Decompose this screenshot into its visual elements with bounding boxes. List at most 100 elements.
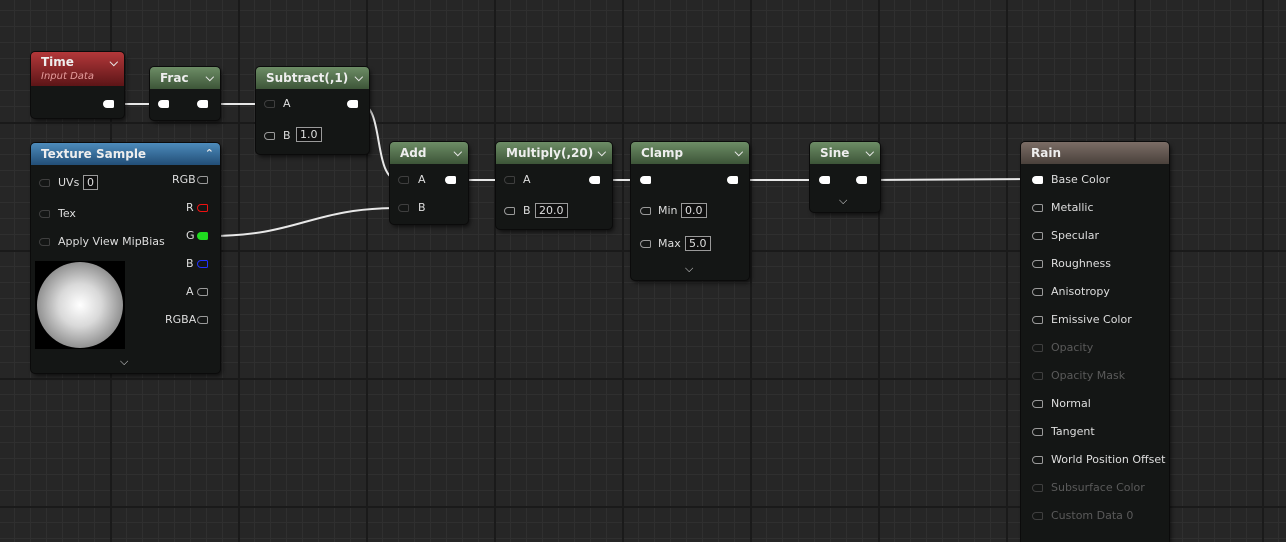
subtract-output-pin[interactable] xyxy=(347,100,358,108)
texture-sample-header[interactable]: Texture Sample ⌃ xyxy=(31,143,220,165)
add-node-title: Add xyxy=(400,146,427,160)
rain-input-pin[interactable] xyxy=(1032,204,1043,212)
multiply-input-b-pin[interactable] xyxy=(504,207,515,215)
clamp-node[interactable]: Clamp ⌵ Min 0.0 Max 5.0 ⌵ xyxy=(631,142,749,280)
clamp-output-pin[interactable] xyxy=(727,176,738,184)
chevron-down-icon[interactable]: ⌵ xyxy=(206,67,214,89)
rain-input-label: World Position Offset xyxy=(1051,453,1166,466)
clamp-min-pin[interactable] xyxy=(640,207,651,215)
texture-a-pin[interactable] xyxy=(197,288,208,296)
texture-mipbias-pin[interactable] xyxy=(39,238,50,246)
add-input-b-pin[interactable] xyxy=(398,204,409,212)
subtract-input-b-label: B xyxy=(283,129,291,142)
multiply-node-title: Multiply(,20) xyxy=(506,146,594,160)
sine-output-pin[interactable] xyxy=(856,176,867,184)
rain-input-pin[interactable] xyxy=(1032,288,1043,296)
chevron-down-icon[interactable]: ⌵ xyxy=(120,355,128,369)
rain-input-label: Opacity xyxy=(1051,341,1094,354)
rain-input-pin[interactable] xyxy=(1032,512,1043,520)
wire-texture-add xyxy=(208,207,400,237)
rain-input-label: Tangent xyxy=(1051,425,1095,438)
rain-input-pin[interactable] xyxy=(1032,400,1043,408)
subtract-node[interactable]: Subtract(,1) ⌵ A B 1.0 xyxy=(256,67,369,154)
chevron-down-icon[interactable]: ⌵ xyxy=(866,142,874,164)
chevron-down-icon[interactable]: ⌵ xyxy=(355,67,363,89)
subtract-input-b-pin[interactable] xyxy=(264,132,275,140)
subtract-input-a-pin[interactable] xyxy=(264,100,275,108)
frac-node-header[interactable]: Frac ⌵ xyxy=(150,67,220,89)
texture-sample-title: Texture Sample xyxy=(41,147,147,161)
clamp-min-value-field[interactable]: 0.0 xyxy=(681,203,707,218)
multiply-node-header[interactable]: Multiply(,20) ⌵ xyxy=(496,142,612,164)
chevron-down-icon[interactable]: ⌵ xyxy=(839,194,847,208)
chevron-down-icon[interactable]: ⌵ xyxy=(598,142,606,164)
rain-input-label: Emissive Color xyxy=(1051,313,1132,326)
texture-b-pin[interactable] xyxy=(197,260,208,268)
texture-r-pin[interactable] xyxy=(197,204,208,212)
add-input-a-label: A xyxy=(418,173,426,186)
texture-g-pin[interactable] xyxy=(197,232,208,240)
multiply-node[interactable]: Multiply(,20) ⌵ A B 20.0 xyxy=(496,142,612,229)
rain-input-pin[interactable] xyxy=(1032,428,1043,436)
sine-input-pin[interactable] xyxy=(819,176,830,184)
rain-input-pin[interactable] xyxy=(1032,176,1043,184)
texture-uvs-pin[interactable] xyxy=(39,179,50,187)
multiply-b-value-field[interactable]: 20.0 xyxy=(535,203,568,218)
texture-rgba-label: RGBA xyxy=(165,313,197,326)
texture-rgb-pin[interactable] xyxy=(197,176,208,184)
rain-input-label: Opacity Mask xyxy=(1051,369,1126,382)
rain-input-label: Metallic xyxy=(1051,201,1094,214)
chevron-down-icon[interactable]: ⌵ xyxy=(685,262,693,276)
multiply-output-pin[interactable] xyxy=(589,176,600,184)
multiply-input-a-pin[interactable] xyxy=(504,176,515,184)
texture-r-label: R xyxy=(186,201,194,214)
texture-preview-sphere xyxy=(37,262,123,348)
rain-input-pin[interactable] xyxy=(1032,456,1043,464)
rain-node-title: Rain xyxy=(1031,146,1061,160)
texture-b-label: B xyxy=(186,257,194,270)
time-node-subtitle: Input Data xyxy=(41,71,94,82)
texture-uvs-value-field[interactable]: 0 xyxy=(83,175,98,190)
rain-input-pin[interactable] xyxy=(1032,484,1043,492)
rain-input-pin[interactable] xyxy=(1032,232,1043,240)
clamp-input-pin[interactable] xyxy=(640,176,651,184)
rain-input-pin[interactable] xyxy=(1032,372,1043,380)
rain-input-pin[interactable] xyxy=(1032,344,1043,352)
texture-tex-pin[interactable] xyxy=(39,210,50,218)
add-node[interactable]: Add ⌵ A B xyxy=(390,142,468,224)
clamp-max-pin[interactable] xyxy=(640,240,651,248)
chevron-down-icon[interactable]: ⌵ xyxy=(454,142,462,164)
rain-input-pin[interactable] xyxy=(1032,260,1043,268)
time-node[interactable]: Time Input Data ⌵ xyxy=(31,52,124,118)
frac-node[interactable]: Frac ⌵ xyxy=(150,67,220,120)
rain-input-label: Base Color xyxy=(1051,173,1111,186)
frac-input-pin[interactable] xyxy=(158,100,169,108)
rain-input-label: Specular xyxy=(1051,229,1100,242)
chevron-down-icon[interactable]: ⌵ xyxy=(735,142,743,164)
clamp-min-label: Min xyxy=(658,204,678,217)
time-node-title: Time xyxy=(41,55,74,69)
rain-input-label: Custom Data 0 xyxy=(1051,509,1134,522)
rain-node-header[interactable]: Rain xyxy=(1021,142,1169,164)
time-node-header[interactable]: Time Input Data ⌵ xyxy=(31,52,124,86)
sine-node-header[interactable]: Sine ⌵ xyxy=(810,142,880,164)
time-output-pin[interactable] xyxy=(103,100,114,108)
add-output-pin[interactable] xyxy=(445,176,456,184)
frac-output-pin[interactable] xyxy=(197,100,208,108)
rain-material-node[interactable]: Rain Base Color Metallic Specular Roughness… xyxy=(1021,142,1169,542)
add-input-a-pin[interactable] xyxy=(398,176,409,184)
subtract-b-value-field[interactable]: 1.0 xyxy=(296,127,322,142)
clamp-node-header[interactable]: Clamp ⌵ xyxy=(631,142,749,164)
sine-node-title: Sine xyxy=(820,146,850,160)
clamp-max-value-field[interactable]: 5.0 xyxy=(685,236,711,251)
sine-node[interactable]: Sine ⌵ ⌵ xyxy=(810,142,880,212)
texture-rgba-pin[interactable] xyxy=(197,316,208,324)
subtract-node-header[interactable]: Subtract(,1) ⌵ xyxy=(256,67,369,89)
texture-tex-label: Tex xyxy=(58,207,76,220)
chevron-down-icon[interactable]: ⌵ xyxy=(110,56,118,70)
add-node-header[interactable]: Add ⌵ xyxy=(390,142,468,164)
texture-sample-node[interactable]: Texture Sample ⌃ UVs 0 Tex Apply View Mi… xyxy=(31,143,220,373)
texture-preview xyxy=(35,261,125,349)
chevron-up-icon[interactable]: ⌃ xyxy=(205,143,214,165)
rain-input-pin[interactable] xyxy=(1032,316,1043,324)
